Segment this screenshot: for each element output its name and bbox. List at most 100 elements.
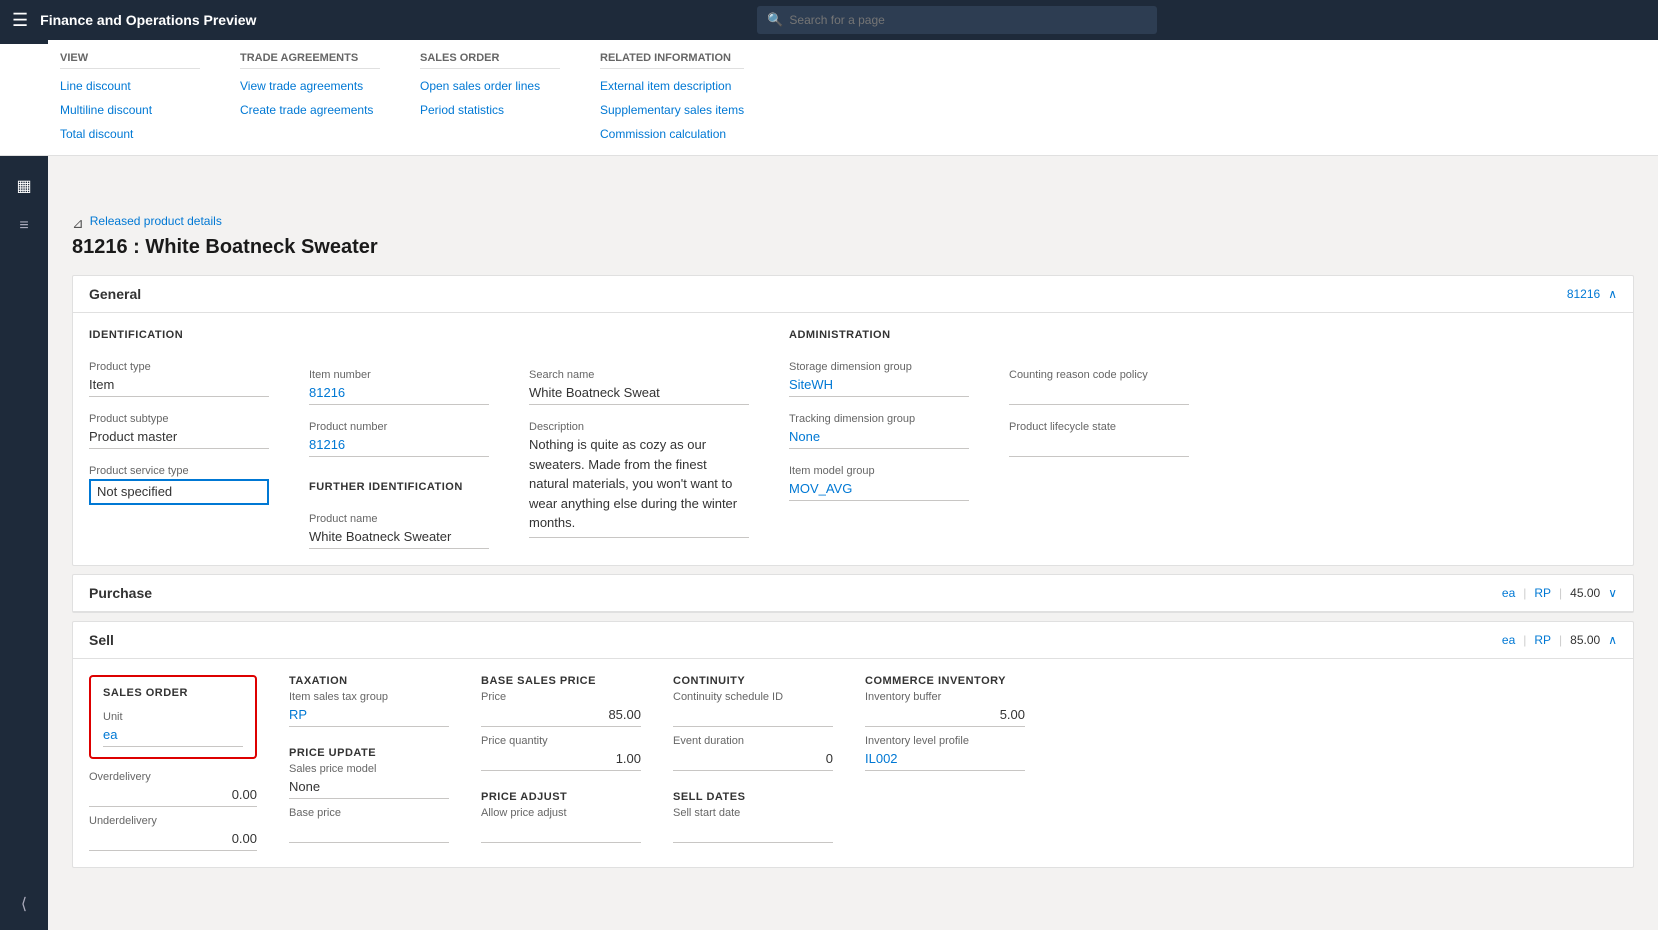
search-name-value: White Boatneck Sweat <box>529 383 749 405</box>
storage-dim-value[interactable]: SiteWH <box>789 375 969 397</box>
dropdown-create-trade[interactable]: Create trade agreements <box>240 101 380 119</box>
page-content: ⊿ Released product details 81216 : White… <box>48 84 1658 888</box>
general-fields: IDENTIFICATION Product type Item Product… <box>89 329 1617 549</box>
search-name-label: Search name <box>529 369 749 381</box>
search-group: Search name White Boatneck Sweat Descrip… <box>529 329 749 549</box>
base-price-field: Base price <box>289 807 449 843</box>
item-tax-group-field: Item sales tax group RP <box>289 691 449 727</box>
sell-start-date-value <box>673 821 833 843</box>
event-duration-value: 0 <box>673 749 833 771</box>
product-number-field: Product number 81216 <box>309 421 489 457</box>
product-number-value[interactable]: 81216 <box>309 435 489 457</box>
search-input[interactable] <box>789 13 1147 27</box>
sidebar: ⌂ ★ 🕐 ▦ ≡ ⟨ <box>0 40 48 930</box>
item-number-field: Item number 81216 <box>309 369 489 405</box>
overdelivery-label: Overdelivery <box>89 771 257 783</box>
purchase-section: Purchase ea | RP | 45.00 ∨ <box>72 574 1634 613</box>
general-section: General 81216 ∧ IDENTIFICATION Product t… <box>72 275 1634 566</box>
purchase-expand-icon[interactable]: ∨ <box>1608 586 1617 600</box>
sales-price-model-label: Sales price model <box>289 763 449 775</box>
main-content: ✏️ Edit + New 🗑 Delete Product Purchase … <box>48 40 1658 930</box>
dropdown-view-trade[interactable]: View trade agreements <box>240 77 380 95</box>
sell-expand-icon[interactable]: ∧ <box>1608 633 1617 647</box>
dropdown-period-stats[interactable]: Period statistics <box>420 101 560 119</box>
taxation-group: TAXATION Item sales tax group RP PRICE U… <box>289 675 449 851</box>
item-number-value[interactable]: 81216 <box>309 383 489 405</box>
general-title: General <box>89 286 141 302</box>
dropdown-open-orders[interactable]: Open sales order lines <box>420 77 560 95</box>
price-field: Price 85.00 <box>481 691 641 727</box>
product-service-type-value[interactable]: Not specified <box>89 479 269 505</box>
sales-order-unit-value[interactable]: ea <box>103 725 243 747</box>
inventory-level-profile-value[interactable]: IL002 <box>865 749 1025 771</box>
lifecycle-label: Product lifecycle state <box>1009 421 1189 433</box>
product-subtype-label: Product subtype <box>89 413 269 425</box>
hamburger-menu[interactable]: ☰ <box>12 10 28 31</box>
sidebar-list-icon[interactable]: ≡ <box>6 208 42 244</box>
sell-start-date-label: Sell start date <box>673 807 833 819</box>
search-icon: 🔍 <box>767 12 783 28</box>
dropdown-commission[interactable]: Commission calculation <box>600 125 744 143</box>
tracking-dim-value[interactable]: None <box>789 427 969 449</box>
sales-order-box: SALES ORDER Unit ea <box>89 675 257 759</box>
app-title: Finance and Operations Preview <box>40 12 256 28</box>
continuity-schedule-field: Continuity schedule ID <box>673 691 833 727</box>
tracking-dim-field: Tracking dimension group None <box>789 413 969 449</box>
general-collapse-icon[interactable]: ∧ <box>1608 287 1617 301</box>
product-name-value: White Boatneck Sweater <box>309 527 489 549</box>
dropdown-multiline-discount[interactable]: Multiline discount <box>60 101 200 119</box>
price-value: 85.00 <box>481 705 641 727</box>
counting-group: Counting reason code policy Product life… <box>1009 329 1189 549</box>
base-sales-price-title: BASE SALES PRICE <box>481 675 641 687</box>
dropdown-line-discount[interactable]: Line discount <box>60 77 200 95</box>
search-bar[interactable]: 🔍 <box>757 6 1157 34</box>
sidebar-grid-icon[interactable]: ▦ <box>6 168 42 204</box>
sell-dropdown: View Line discount Multiline discount To… <box>48 44 1658 156</box>
sidebar-collapse-icon[interactable]: ⟨ <box>6 886 42 922</box>
general-section-id: 81216 <box>1567 287 1600 301</box>
product-name-label: Product name <box>309 513 489 525</box>
dropdown-total-discount[interactable]: Total discount <box>60 125 200 143</box>
sell-header-right: ea | RP | 85.00 ∧ <box>1502 633 1617 647</box>
base-sales-price-group: BASE SALES PRICE Price 85.00 Price quant… <box>481 675 641 851</box>
price-update-title: PRICE UPDATE <box>289 747 449 759</box>
sales-order-group: SALES ORDER Unit ea Overdelivery 0.00 <box>89 675 257 851</box>
item-model-field: Item model group MOV_AVG <box>789 465 969 501</box>
underdelivery-value: 0.00 <box>89 829 257 851</box>
dropdown-external-item[interactable]: External item description <box>600 77 744 95</box>
tracking-dim-label: Tracking dimension group <box>789 413 969 425</box>
item-tax-label: Item sales tax group <box>289 691 449 703</box>
sell-body: SALES ORDER Unit ea Overdelivery 0.00 <box>73 659 1633 867</box>
sell-section-header[interactable]: Sell ea | RP | 85.00 ∧ <box>73 622 1633 659</box>
event-duration-field: Event duration 0 <box>673 735 833 771</box>
taxation-title: TAXATION <box>289 675 449 687</box>
price-quantity-value: 1.00 <box>481 749 641 771</box>
continuity-schedule-label: Continuity schedule ID <box>673 691 833 703</box>
purchase-section-header[interactable]: Purchase ea | RP | 45.00 ∨ <box>73 575 1633 612</box>
product-service-type-label: Product service type <box>89 465 269 477</box>
dropdown-trade-group: Trade agreements View trade agreements C… <box>240 52 380 143</box>
item-tax-value[interactable]: RP <box>289 705 449 727</box>
purchase-title: Purchase <box>89 585 152 601</box>
dropdown-supplementary[interactable]: Supplementary sales items <box>600 101 744 119</box>
further-id-title: FURTHER IDENTIFICATION <box>309 481 489 493</box>
overdelivery-value: 0.00 <box>89 785 257 807</box>
base-price-label: Base price <box>289 807 449 819</box>
sell-fields: SALES ORDER Unit ea Overdelivery 0.00 <box>89 675 1617 851</box>
breadcrumb[interactable]: Released product details <box>90 214 222 228</box>
general-section-header[interactable]: General 81216 ∧ <box>73 276 1633 313</box>
search-name-field: Search name White Boatneck Sweat <box>529 369 749 405</box>
storage-dim-label: Storage dimension group <box>789 361 969 373</box>
continuity-group: CONTINUITY Continuity schedule ID Event … <box>673 675 833 851</box>
dropdown-sales-group: Sales order Open sales order lines Perio… <box>420 52 560 143</box>
continuity-schedule-value <box>673 705 833 727</box>
allow-price-adjust-label: Allow price adjust <box>481 807 641 819</box>
storage-dim-field: Storage dimension group SiteWH <box>789 361 969 397</box>
price-label: Price <box>481 691 641 703</box>
filter-icon[interactable]: ⊿ <box>72 215 84 232</box>
product-type-field: Product type Item <box>89 361 269 397</box>
dropdown-trade-title: Trade agreements <box>240 52 380 69</box>
lifecycle-field: Product lifecycle state <box>1009 421 1189 457</box>
product-name-field: Product name White Boatneck Sweater <box>309 513 489 549</box>
item-model-value[interactable]: MOV_AVG <box>789 479 969 501</box>
